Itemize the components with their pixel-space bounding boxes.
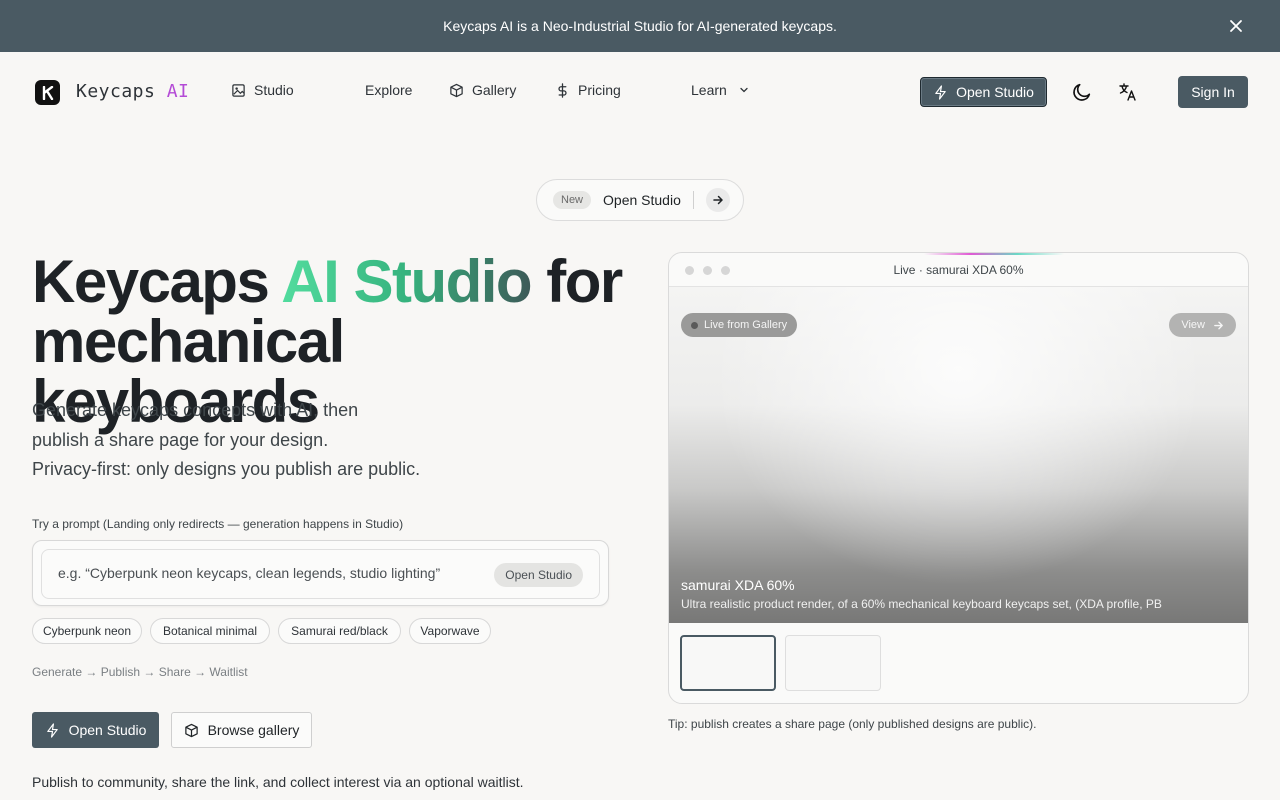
browse-gallery-button[interactable]: Browse gallery	[171, 712, 312, 748]
view-label: View	[1181, 319, 1205, 331]
nav-item-label: Explore	[365, 82, 413, 98]
image-icon	[232, 83, 245, 97]
nav-item-explore[interactable]: Explore	[365, 82, 412, 98]
hero-subtitle-line: Privacy-first: only designs you publish …	[32, 459, 421, 479]
prompt-chip[interactable]: Cyberpunk neon	[32, 618, 142, 644]
new-announcement-pill[interactable]: New Open Studio	[536, 179, 744, 221]
nav-item-label: Gallery	[472, 82, 517, 98]
arrow-right-icon	[1214, 321, 1223, 329]
preview-image[interactable]: Live from Gallery View samurai XDA 60% U…	[669, 287, 1248, 623]
nav-item-learn[interactable]: Learn	[691, 82, 749, 98]
hero-subtitle: Generate keycaps concepts with AI, then …	[32, 396, 420, 485]
arrow-right-icon	[705, 188, 730, 212]
prompt-chip[interactable]: Botanical minimal	[150, 618, 270, 644]
nav-item-pricing[interactable]: Pricing	[555, 82, 621, 98]
announcement-banner: Keycaps AI is a Neo-Industrial Studio fo…	[0, 0, 1280, 52]
open-studio-button[interactable]: Open Studio	[32, 712, 159, 748]
footnote: Publish to community, share the link, an…	[32, 774, 524, 790]
prompt-field-wrapper: Open Studio	[41, 549, 600, 599]
close-icon[interactable]	[1228, 18, 1244, 34]
prompt-open-studio-button[interactable]: Open Studio	[494, 563, 583, 587]
hero-subtitle-line: publish a share page for your design.	[32, 429, 329, 450]
logo-text-ai: AI	[166, 81, 190, 102]
thumbnail[interactable]	[680, 635, 776, 691]
open-studio-nav-button[interactable]: Open Studio	[920, 77, 1047, 107]
prompt-chip[interactable]: Samurai red/black	[278, 618, 401, 644]
preview-name: samurai XDA 60%	[681, 577, 795, 593]
logo-text-main: Keycaps	[76, 81, 167, 102]
hero-title-part1: Keycaps	[32, 248, 282, 315]
card-header: Live · samurai XDA 60%	[669, 253, 1248, 287]
prompt-label: Try a prompt (Landing only redirects — g…	[32, 517, 404, 531]
prompt-input[interactable]	[58, 565, 478, 581]
preview-description: Ultra realistic product render, of a 60%…	[681, 597, 1162, 611]
open-studio-label: Open Studio	[956, 84, 1034, 100]
lightning-icon	[46, 722, 58, 738]
live-preview-card: Live · samurai XDA 60% Live from Gallery…	[668, 252, 1249, 704]
banner-text: Keycaps AI is a Neo-Industrial Studio fo…	[443, 18, 837, 34]
dollar-icon	[558, 82, 567, 98]
pill-label: Open Studio	[603, 192, 681, 208]
moon-icon	[1073, 83, 1091, 101]
top-nav: Keycaps AI Studio Explore Gallery Pricin…	[0, 52, 1280, 132]
browse-gallery-label: Browse gallery	[207, 722, 300, 738]
live-dot-icon	[691, 321, 698, 329]
open-studio-label: Open Studio	[68, 722, 147, 738]
prompt-box: Open Studio	[32, 540, 609, 606]
thumbnail[interactable]	[785, 635, 881, 691]
preview-shine	[669, 287, 1248, 623]
nav-item-label: Studio	[254, 82, 294, 98]
nav-item-studio[interactable]: Studio	[231, 82, 294, 98]
pill-divider	[692, 191, 694, 209]
translate-icon	[1119, 83, 1136, 101]
lightning-icon	[935, 84, 946, 100]
box-icon	[184, 723, 198, 737]
logo-text[interactable]: Keycaps AI	[76, 81, 189, 102]
nav-item-label: Learn	[691, 82, 727, 98]
hero-title-highlight: AI Studio	[281, 248, 532, 315]
prompt-chip[interactable]: Vaporwave	[409, 618, 491, 644]
workflow-steps: Generate → Publish → Share → Waitlist	[32, 665, 248, 679]
chevron-down-icon	[740, 87, 748, 93]
live-badge-label: Live from Gallery	[704, 319, 788, 331]
new-badge: New	[553, 191, 592, 209]
card-title: Live · samurai XDA 60%	[893, 263, 1024, 277]
nav-item-label: Pricing	[578, 82, 621, 98]
language-button[interactable]	[1116, 80, 1140, 104]
nav-item-gallery[interactable]: Gallery	[449, 82, 516, 98]
hero-subtitle-line: Generate keycaps concepts with AI, then	[32, 400, 359, 420]
tip-text: Tip: publish creates a share page (only …	[668, 717, 1037, 731]
box-icon	[450, 83, 463, 97]
theme-toggle-button[interactable]	[1070, 80, 1094, 104]
live-badge: Live from Gallery	[681, 313, 798, 337]
view-button[interactable]: View	[1169, 313, 1236, 337]
logo-icon[interactable]	[35, 80, 60, 105]
sign-in-button[interactable]: Sign In	[1178, 76, 1248, 108]
